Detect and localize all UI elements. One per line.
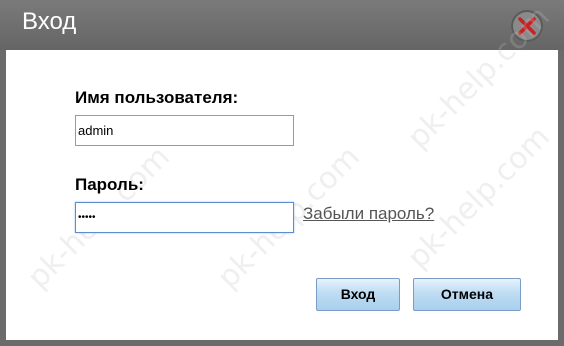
close-button[interactable]	[511, 10, 543, 42]
password-field[interactable]	[75, 202, 294, 233]
close-icon	[518, 17, 536, 35]
login-button[interactable]: Вход	[316, 278, 400, 311]
forgot-password-link[interactable]: Забыли пароль?	[303, 204, 434, 224]
cancel-button[interactable]: Отмена	[413, 278, 521, 311]
username-label: Имя пользователя:	[75, 88, 239, 107]
dialog-title: Вход	[22, 8, 77, 35]
login-dialog: Вход pk-help.com pk-help.com pk-help.com…	[0, 0, 564, 346]
dialog-titlebar: Вход	[0, 0, 564, 50]
dialog-body: pk-help.com pk-help.com pk-help.com pk-h…	[6, 0, 558, 340]
username-field[interactable]	[75, 115, 294, 146]
password-label: Пароль:	[75, 175, 144, 194]
watermark: pk-help.com	[400, 119, 557, 276]
